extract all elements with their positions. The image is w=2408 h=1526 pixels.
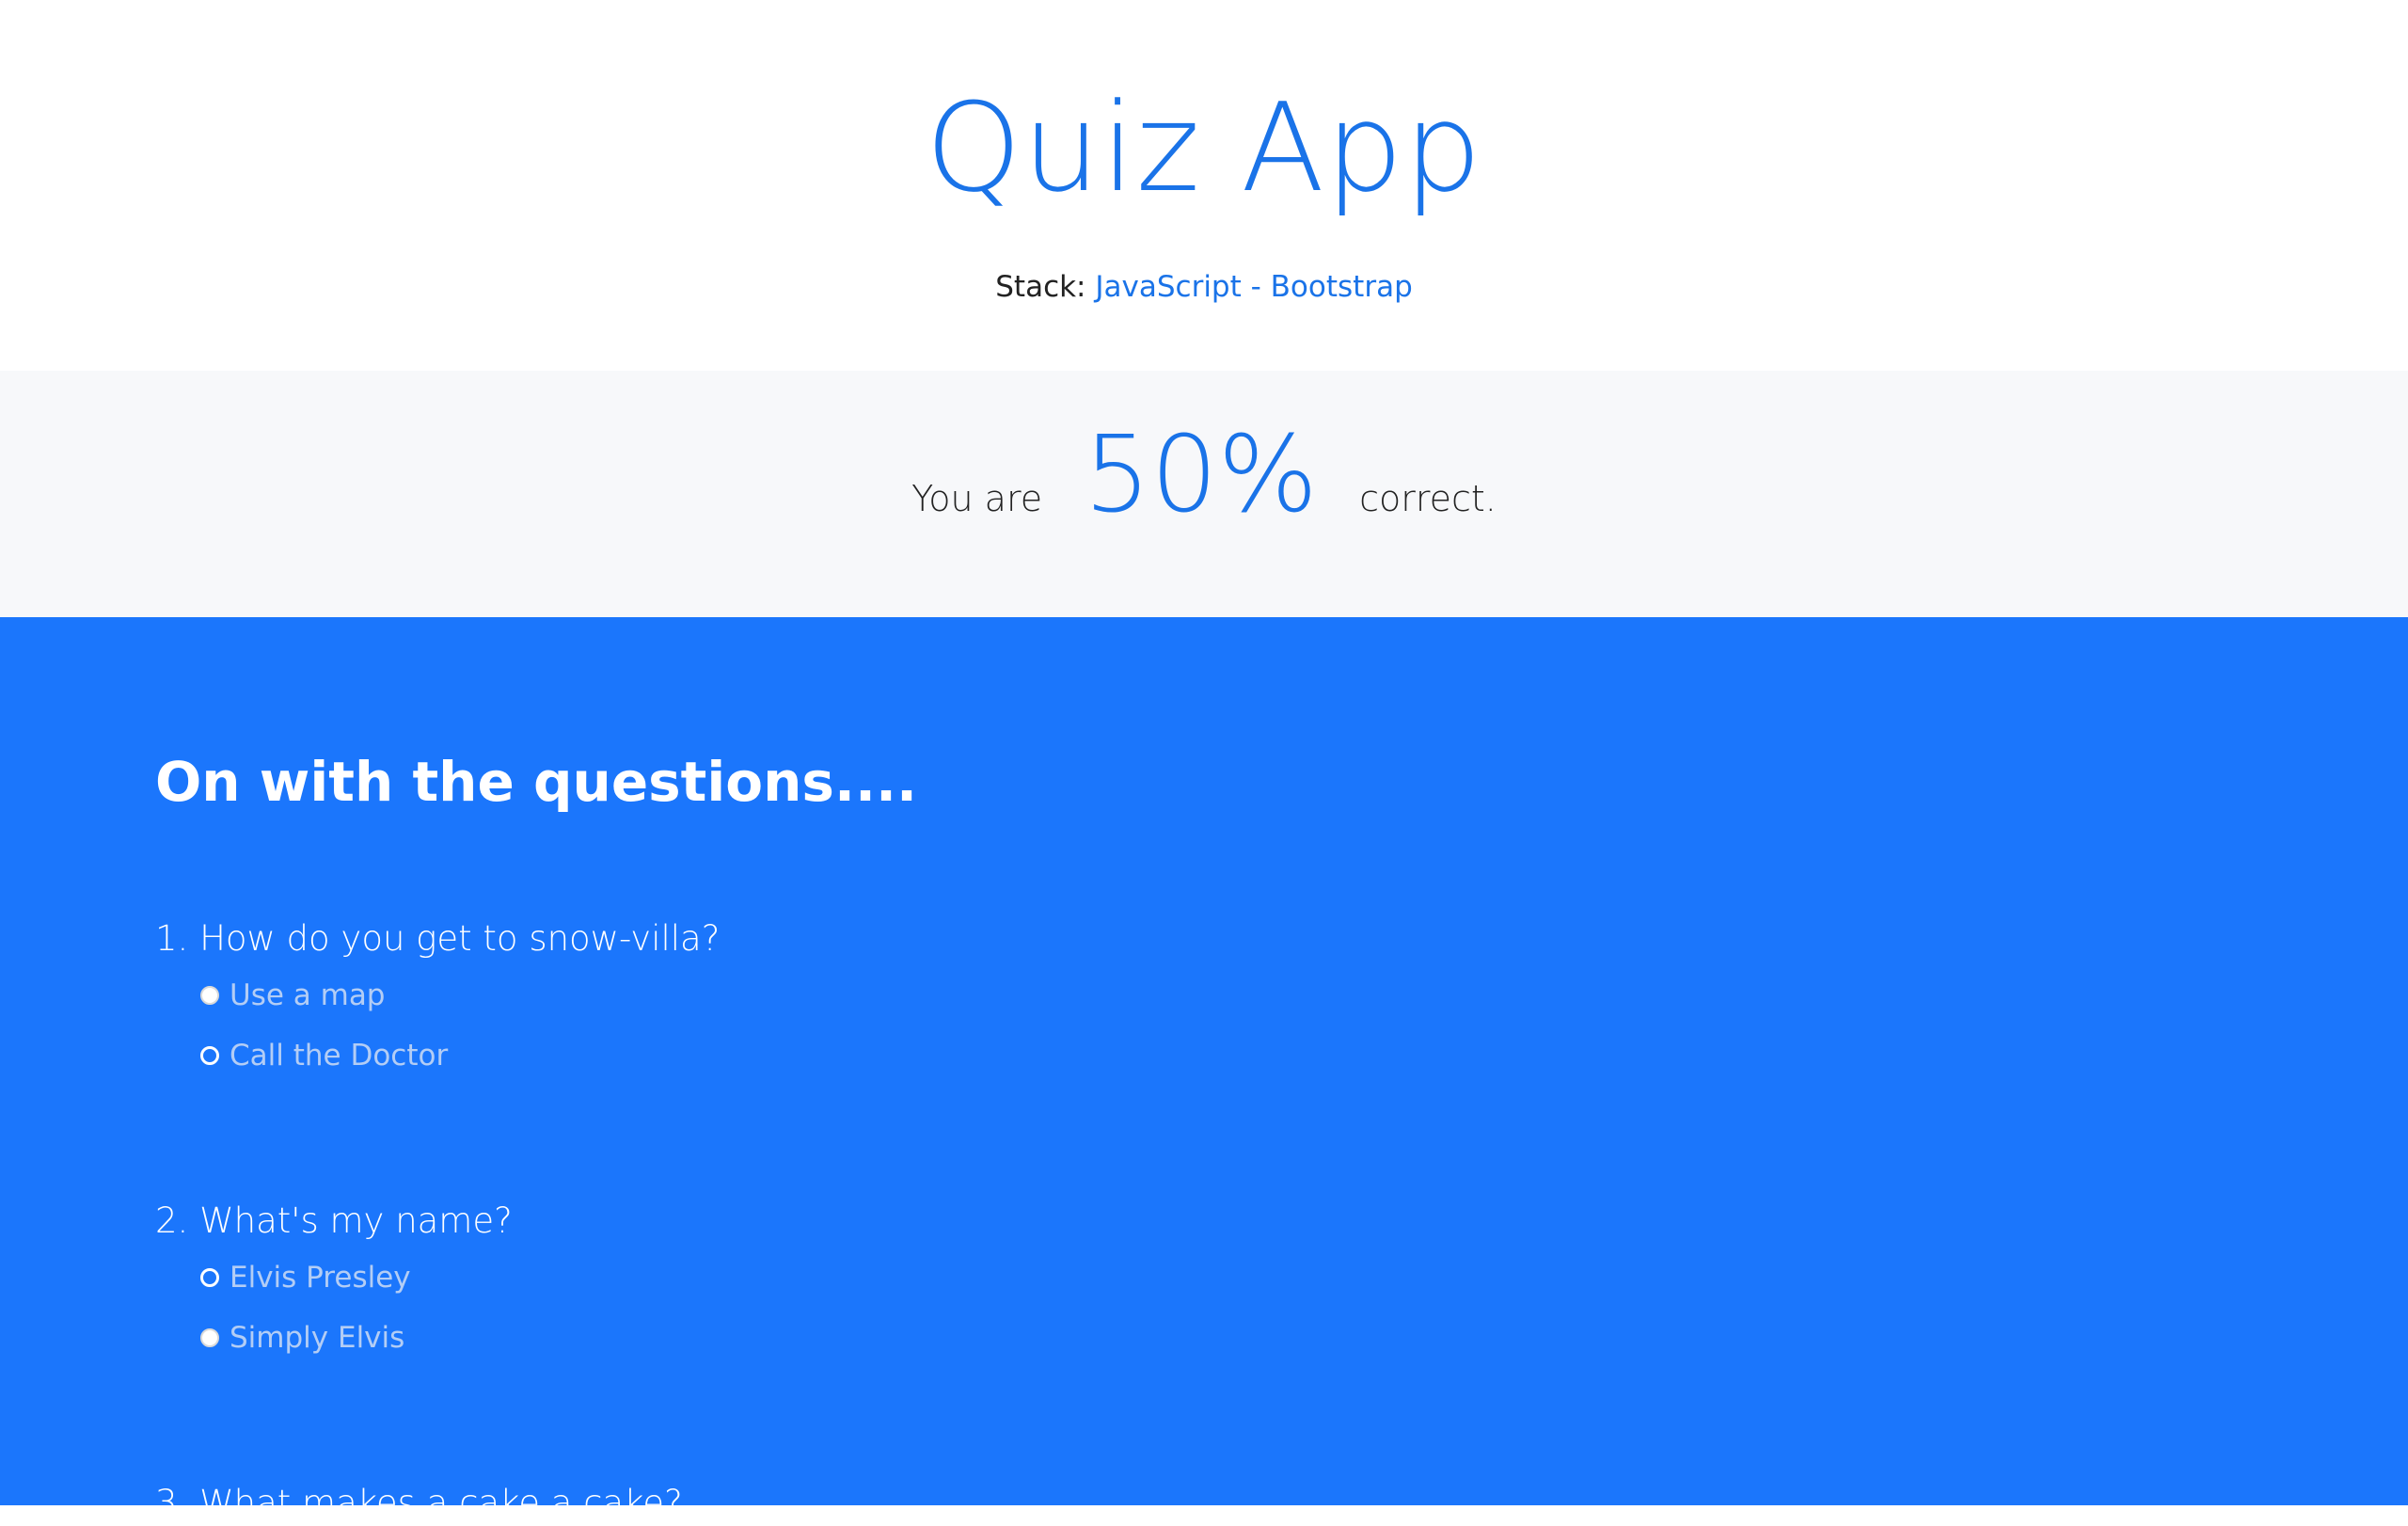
questions-heading: On with the questions....	[155, 750, 918, 814]
page-header: Quiz App Stack: JavaScript - Bootstrap	[0, 0, 2408, 371]
question-text: 3. What makes a cake a cake?	[155, 1483, 683, 1523]
answer-option[interactable]: Simply Elvis	[200, 1317, 404, 1359]
stack-line: Stack: JavaScript - Bootstrap	[0, 267, 2408, 307]
radio-button[interactable]	[200, 1268, 219, 1287]
app-title: Quiz App	[925, 76, 1483, 219]
answer-label[interactable]: Use a map	[230, 975, 386, 1016]
answer-option[interactable]: Elvis Presley	[200, 1257, 411, 1298]
radio-button[interactable]	[200, 986, 219, 1005]
score-prefix: You are	[911, 478, 1043, 519]
question-text: 2. What's my name?	[155, 1200, 513, 1241]
answer-label[interactable]: Call the Doctor	[230, 1035, 448, 1076]
radio-button[interactable]	[200, 1046, 219, 1065]
question-1: 1. How do you get to snow-villa? Use a m…	[155, 916, 2225, 1073]
stack-label: Stack:	[995, 270, 1086, 304]
radio-button[interactable]	[200, 1328, 219, 1347]
stack-link[interactable]: JavaScript - Bootstrap	[1095, 270, 1412, 304]
answer-option[interactable]: Use a map	[200, 975, 386, 1016]
question-2: 2. What's my name? Elvis Presley Simply …	[155, 1199, 2225, 1355]
answer-label[interactable]: Simply Elvis	[230, 1317, 404, 1359]
questions-section: On with the questions.... 1. How do you …	[0, 617, 2408, 1523]
answer-label[interactable]: Elvis Presley	[230, 1257, 411, 1298]
score-percentage: 50%	[1084, 414, 1319, 536]
answer-option[interactable]: Call the Doctor	[200, 1035, 448, 1076]
question-3: 3. What makes a cake a cake?	[155, 1481, 2225, 1526]
score-suffix: correct.	[1359, 478, 1497, 519]
question-text: 1. How do you get to snow-villa?	[155, 918, 721, 959]
score-summary: You are 50% correct.	[0, 414, 2408, 546]
